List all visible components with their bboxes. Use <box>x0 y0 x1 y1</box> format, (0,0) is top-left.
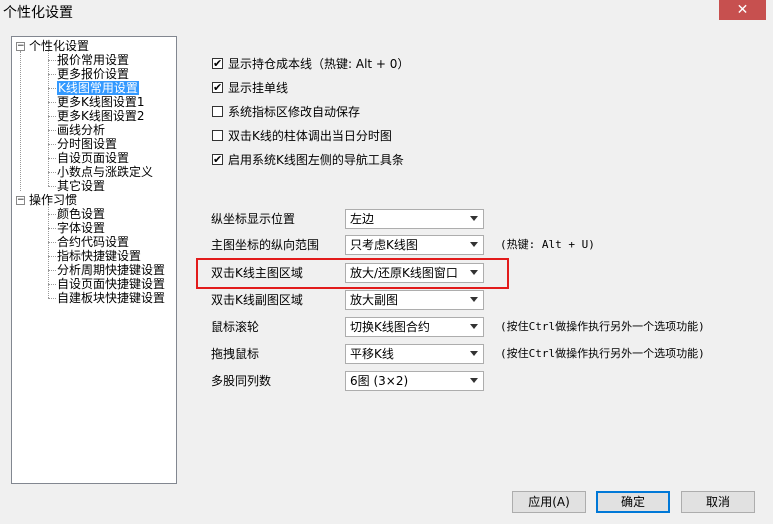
field-label: 鼠标滚轮 <box>211 320 260 334</box>
tree-group[interactable]: 操作习惯 <box>29 193 77 207</box>
checkbox[interactable] <box>212 106 223 117</box>
dropdown-select[interactable]: 切换K线图合约 <box>345 317 484 337</box>
checkbox[interactable]: ✔ <box>212 58 223 69</box>
tree-connector <box>48 74 56 75</box>
tree-item[interactable]: 分析周期快捷键设置 <box>57 263 165 277</box>
tree-expander-icon[interactable]: − <box>16 42 25 51</box>
tree-connector <box>48 298 56 299</box>
dropdown-select[interactable]: 左边 <box>345 209 484 229</box>
tree-item[interactable]: 画线分析 <box>57 123 105 137</box>
dropdown-select[interactable]: 6图 (3×2) <box>345 371 484 391</box>
tree-item[interactable]: 更多K线图设置2 <box>57 109 145 123</box>
chevron-down-icon[interactable] <box>470 351 478 356</box>
dropdown-value: 放大副图 <box>350 293 399 307</box>
chevron-down-icon[interactable] <box>470 324 478 329</box>
tree-connector <box>48 284 56 285</box>
field-label: 纵坐标显示位置 <box>211 212 296 226</box>
dropdown-value: 切换K线图合约 <box>350 320 430 334</box>
tree-item[interactable]: 更多K线图设置1 <box>57 95 145 109</box>
dropdown-select[interactable]: 放大副图 <box>345 290 484 310</box>
tree-item[interactable]: 字体设置 <box>57 221 105 235</box>
field-hint: (按住Ctrl做操作执行另外一个选项功能) <box>500 347 705 360</box>
tree-connector <box>48 49 49 186</box>
field-label: 双击K线副图区域 <box>211 293 303 307</box>
tree-item[interactable]: 颜色设置 <box>57 207 105 221</box>
settings-dialog: 个性化设置 ✕ − 个性化设置 报价常用设置 更多报价设置 K线图常用设置 更多K线图设置… <box>0 0 773 524</box>
tree-connector <box>20 51 21 191</box>
dropdown-value: 左边 <box>350 212 375 226</box>
tree-item[interactable]: K线图常用设置 <box>57 81 139 95</box>
field-hint: (按住Ctrl做操作执行另外一个选项功能) <box>500 320 705 333</box>
tree-item[interactable]: 指标快捷键设置 <box>57 249 141 263</box>
tree-item[interactable]: 合约代码设置 <box>57 235 129 249</box>
tree-connector <box>48 256 56 257</box>
tree-expander-icon[interactable]: − <box>16 196 25 205</box>
dropdown-value: 6图 (3×2) <box>350 374 409 388</box>
tree-connector <box>48 270 56 271</box>
close-icon: ✕ <box>736 2 749 18</box>
dropdown-select[interactable]: 平移K线 <box>345 344 484 364</box>
checkbox[interactable]: ✔ <box>212 82 223 93</box>
tree-connector <box>48 102 56 103</box>
ok-button[interactable]: 确定 <box>596 491 670 513</box>
tree-item[interactable]: 小数点与涨跌定义 <box>57 165 153 179</box>
tree-connector <box>48 203 49 298</box>
field-hint: (热键: Alt + U) <box>500 238 595 251</box>
checkbox-label: 启用系统K线图左侧的导航工具条 <box>228 153 404 167</box>
tree-item[interactable]: 更多报价设置 <box>57 67 129 81</box>
tree-connector <box>48 60 56 61</box>
tree-item[interactable]: 自建板块快捷键设置 <box>57 291 165 305</box>
tree-connector <box>48 228 56 229</box>
tree-item[interactable]: 自设页面快捷键设置 <box>57 277 165 291</box>
dropdown-value: 平移K线 <box>350 347 394 361</box>
tree-connector <box>48 214 56 215</box>
tree-connector <box>48 186 56 187</box>
checkbox[interactable] <box>212 130 223 141</box>
tree-item[interactable]: 其它设置 <box>57 179 105 193</box>
tree-group[interactable]: 个性化设置 <box>29 39 89 53</box>
tree-connector <box>48 116 56 117</box>
chevron-down-icon[interactable] <box>470 297 478 302</box>
chevron-down-icon[interactable] <box>470 242 478 247</box>
highlight-box <box>196 258 509 289</box>
checkbox[interactable]: ✔ <box>212 154 223 165</box>
checkbox-label: 双击K线的柱体调出当日分时图 <box>228 129 392 143</box>
close-button[interactable]: ✕ <box>719 0 766 20</box>
settings-tree: − 个性化设置 报价常用设置 更多报价设置 K线图常用设置 更多K线图设置1 更多K线图设置… <box>11 36 177 484</box>
dropdown-select[interactable]: 只考虑K线图 <box>345 235 484 255</box>
window-title: 个性化设置 <box>3 5 73 21</box>
field-label: 拖拽鼠标 <box>211 347 260 361</box>
title-bar: 个性化设置 ✕ <box>0 0 773 24</box>
checkbox-label: 显示挂单线 <box>228 81 289 95</box>
tree-connector <box>48 242 56 243</box>
field-label: 多股同列数 <box>211 374 272 388</box>
dropdown-value: 只考虑K线图 <box>350 238 418 252</box>
tree-connector <box>48 172 56 173</box>
field-label: 主图坐标的纵向范围 <box>211 238 320 252</box>
chevron-down-icon[interactable] <box>470 216 478 221</box>
checkbox-label: 系统指标区修改自动保存 <box>228 105 361 119</box>
checkbox-label: 显示持仓成本线（热键: Alt + 0） <box>228 57 410 71</box>
tree-item[interactable]: 分时图设置 <box>57 137 117 151</box>
chevron-down-icon[interactable] <box>470 378 478 383</box>
apply-button[interactable]: 应用(A) <box>512 491 586 513</box>
tree-connector <box>48 144 56 145</box>
tree-item[interactable]: 报价常用设置 <box>57 53 129 67</box>
cancel-button[interactable]: 取消 <box>681 491 755 513</box>
tree-connector <box>48 130 56 131</box>
tree-item[interactable]: 自设页面设置 <box>57 151 129 165</box>
tree-connector <box>48 88 56 89</box>
tree-connector <box>48 158 56 159</box>
